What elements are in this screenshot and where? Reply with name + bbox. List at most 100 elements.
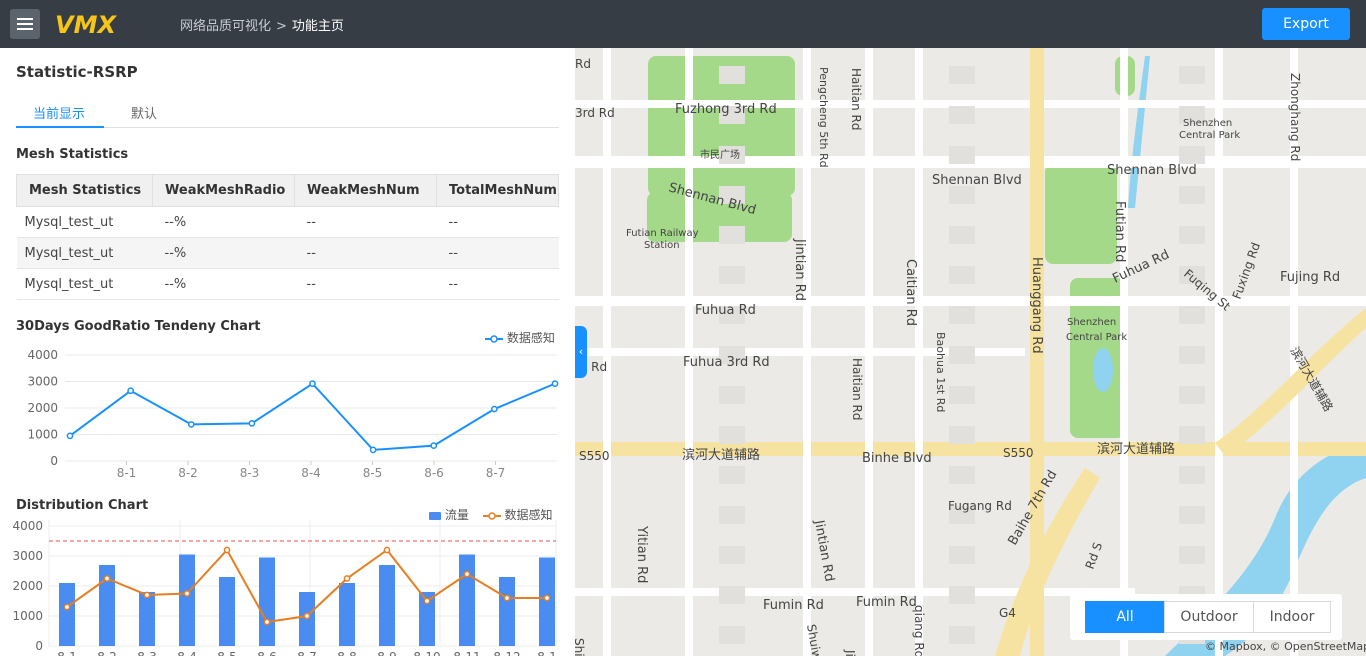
map-view[interactable]: Fuzhong 3rd Rd 3rd Rd Rd Pengcheng 5th Rd Ha… — [575, 48, 1366, 656]
view-mode-outdoor-button[interactable]: Outdoor — [1164, 601, 1254, 633]
table-cell: Mysql_test_ut — [16, 268, 153, 300]
trend-legend-label: 数据感知 — [506, 331, 555, 345]
building-block — [949, 266, 975, 284]
data-point — [491, 405, 498, 413]
table-cell: Mysql_test_ut — [16, 206, 153, 238]
building-block — [949, 386, 975, 404]
breadcrumb: 网络品质可视化 > 功能主页 — [180, 15, 344, 34]
map-label: Fuxing Rd — [1230, 241, 1263, 301]
bar — [499, 577, 515, 646]
y-tick-label: 3000 — [27, 375, 58, 389]
data-point — [183, 590, 191, 597]
x-tick-label: 8-2 — [178, 466, 198, 478]
data-point — [383, 546, 391, 554]
map-label: Futian Railway — [626, 228, 699, 239]
column-header: WeakMeshRadio — [152, 174, 295, 207]
table-cell: -- — [436, 268, 559, 300]
map-attribution: © Mapbox, © OpenStreetMap — [1205, 640, 1366, 653]
table-cell: --% — [152, 206, 295, 238]
data-point — [551, 380, 559, 387]
building-block — [719, 66, 745, 84]
building-block — [949, 306, 975, 324]
building-block — [719, 226, 745, 244]
tab-default[interactable]: 默认 — [131, 103, 157, 122]
bar — [59, 583, 75, 646]
map-label: Yitian Rd — [634, 525, 649, 583]
breadcrumb-parent[interactable]: 网络品质可视化 — [180, 19, 271, 34]
map-label: Central Park — [1179, 130, 1240, 141]
building-block — [949, 106, 975, 124]
bar — [539, 557, 555, 646]
building-block — [949, 146, 975, 164]
park-area — [1045, 164, 1117, 264]
map-label: G4 — [999, 606, 1016, 620]
map-label: Fuzhong 3rd Rd — [675, 102, 777, 117]
data-point — [248, 420, 256, 427]
x-tick-label: 8-4 — [301, 466, 321, 478]
x-tick-label: 8-7 — [297, 650, 317, 656]
mesh-statistics-title: Mesh Statistics — [16, 147, 129, 162]
data-point — [63, 603, 71, 611]
map-label: Fuhua 3rd Rd — [683, 355, 770, 370]
y-tick-label: 0 — [35, 639, 43, 653]
building-block — [1179, 426, 1205, 444]
building-block — [949, 426, 975, 444]
menu-icon[interactable] — [10, 9, 40, 39]
building-block — [1179, 226, 1205, 244]
x-tick-label: 8-3 — [137, 650, 157, 656]
data-point — [223, 546, 231, 554]
view-mode-indoor-button[interactable]: Indoor — [1253, 601, 1331, 633]
table-cell: Mysql_test_ut — [16, 237, 153, 269]
table-cell: -- — [294, 268, 437, 300]
tab-bar: 当前显示 默认 — [16, 100, 559, 128]
map-label: Shenzhen — [1067, 317, 1116, 328]
legend-line-icon — [482, 511, 501, 520]
x-tick-label: 8-2 — [97, 650, 117, 656]
tab-current-display[interactable]: 当前显示 — [33, 103, 85, 122]
building-block — [1179, 186, 1205, 204]
y-tick-label: 4000 — [27, 348, 58, 362]
table-row: Mysql_test_ut --% -- -- — [16, 237, 559, 269]
x-tick-label: 8-8 — [337, 650, 357, 656]
x-tick-label: 8-1 — [537, 650, 557, 656]
y-tick-label: 3000 — [12, 549, 43, 563]
table-cell: -- — [294, 206, 437, 238]
lake — [1093, 348, 1113, 392]
map-label: Jintian Rd — [792, 238, 807, 301]
building-block — [719, 426, 745, 444]
view-mode-all-button[interactable]: All — [1085, 601, 1165, 633]
map-label: S550 — [1003, 446, 1034, 460]
map-label: 滨河大道辅路 — [682, 447, 760, 463]
data-point — [263, 618, 271, 626]
x-tick-label: 8-9 — [377, 650, 397, 656]
table-row: Mysql_test_ut --% -- -- — [16, 268, 559, 300]
panel-title: Statistic-RSRP — [16, 63, 138, 81]
map-label: Shixi — [575, 638, 586, 656]
building-block — [949, 66, 975, 84]
table-header-row: Mesh Statistics WeakMeshRadio WeakMeshNu… — [16, 174, 559, 207]
breadcrumb-separator: > — [276, 19, 287, 34]
export-button[interactable]: Export — [1262, 8, 1350, 40]
building-block — [1179, 146, 1205, 164]
data-point — [369, 446, 377, 454]
trend-chart-legend[interactable]: 数据感知 — [485, 329, 555, 346]
road — [575, 588, 1135, 596]
data-point — [143, 591, 151, 599]
map-label: Shennan Blvd — [932, 173, 1022, 188]
map-label: 市民广场 — [700, 148, 740, 161]
building-block — [719, 466, 745, 484]
active-tab-indicator — [16, 126, 104, 128]
table-cell: --% — [152, 268, 295, 300]
y-tick-label: 1000 — [27, 428, 58, 442]
building-block — [949, 546, 975, 564]
data-point — [503, 594, 511, 602]
breadcrumb-current: 功能主页 — [291, 19, 344, 34]
map-label: Rd — [575, 57, 591, 71]
map-label: Caitian Rd — [903, 259, 918, 326]
collapse-panel-icon[interactable]: ‹ — [575, 326, 587, 378]
table-cell: -- — [436, 237, 559, 269]
building-block — [719, 546, 745, 564]
map-canvas[interactable]: Fuzhong 3rd Rd 3rd Rd Rd Pengcheng 5th Rd Ha… — [575, 48, 1366, 656]
building-block — [949, 626, 975, 644]
data-point — [343, 575, 351, 582]
